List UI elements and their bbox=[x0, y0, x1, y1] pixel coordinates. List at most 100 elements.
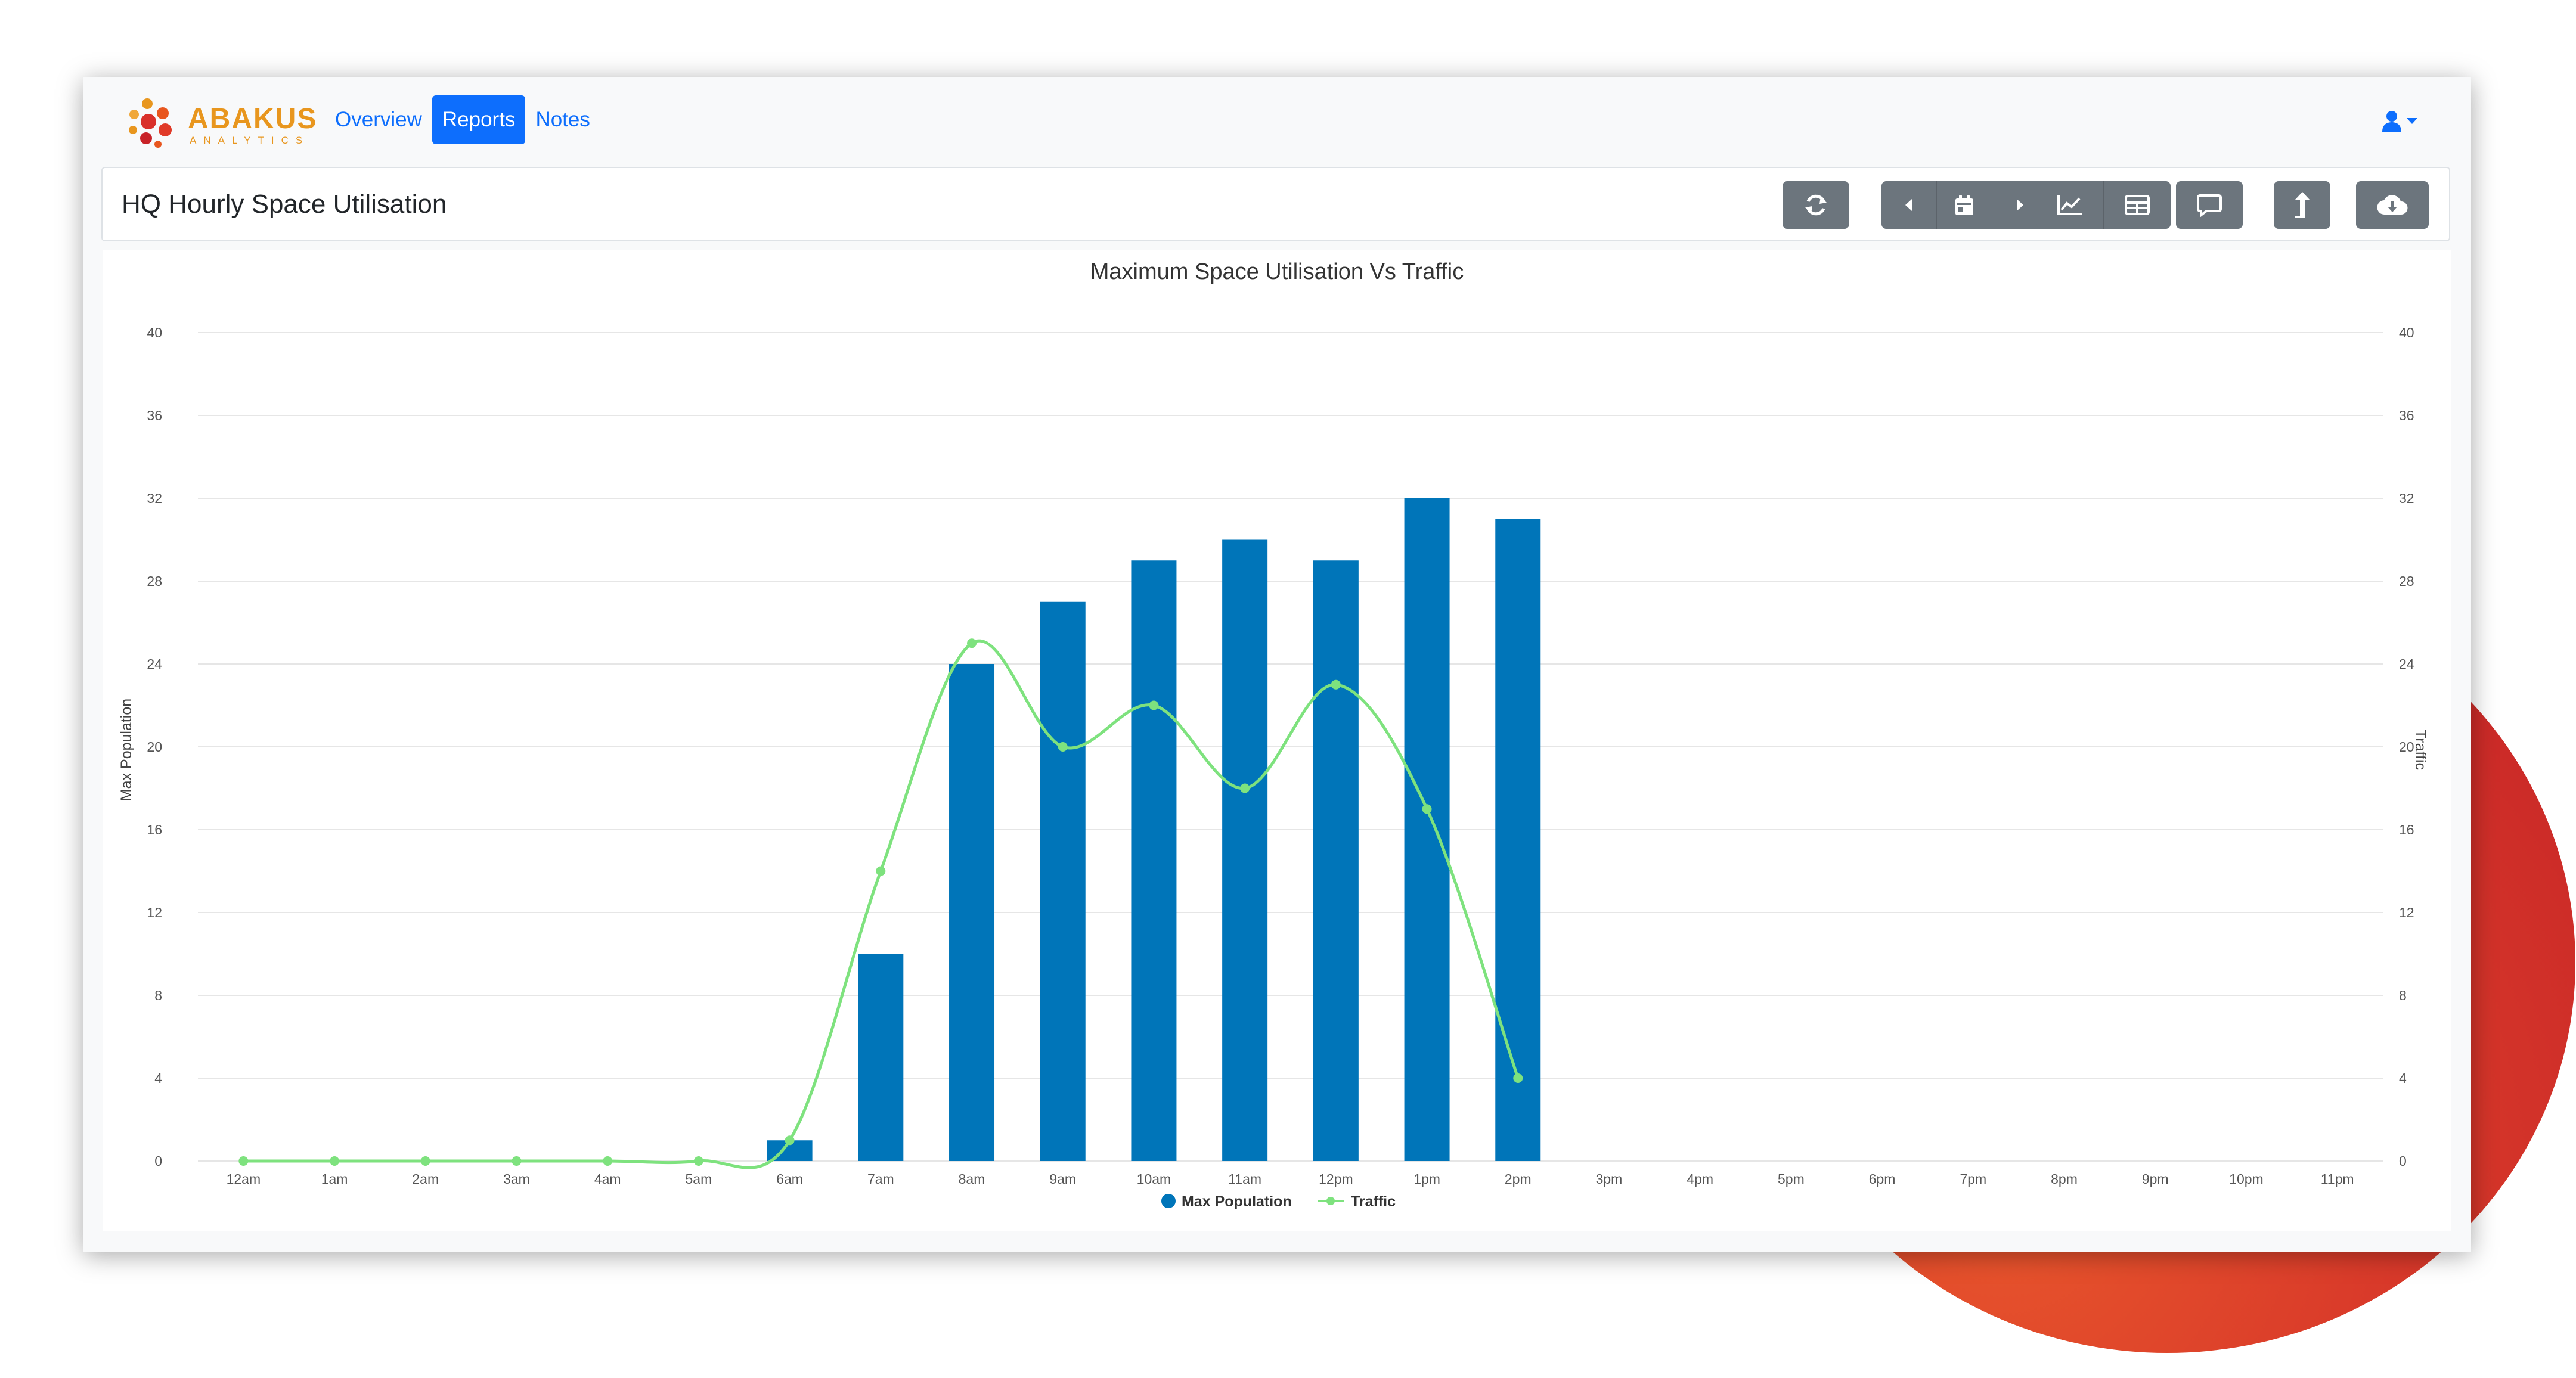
line-point bbox=[330, 1156, 340, 1166]
x-tick-label: 5am bbox=[686, 1171, 712, 1187]
user-menu-dropdown[interactable] bbox=[2382, 106, 2417, 136]
legend-label-max-population: Max Population bbox=[1182, 1193, 1292, 1210]
bar bbox=[1222, 539, 1268, 1161]
app-window: ABAKUS ANALYTICS Overview Reports Notes … bbox=[83, 77, 2471, 1252]
line-chart-icon bbox=[2057, 195, 2082, 215]
x-tick-label: 11am bbox=[1228, 1171, 1261, 1187]
y-tick-label: 20 bbox=[147, 739, 162, 755]
calendar-button[interactable] bbox=[1937, 181, 1992, 229]
refresh-button[interactable] bbox=[1783, 181, 1849, 229]
y2-tick-label: 16 bbox=[2399, 822, 2414, 837]
y2-tick-label: 20 bbox=[2399, 739, 2414, 755]
line-point bbox=[785, 1135, 795, 1146]
legend-marker-max-population bbox=[1161, 1194, 1176, 1208]
line-point bbox=[1240, 783, 1250, 793]
y2-tick-label: 36 bbox=[2399, 408, 2414, 423]
user-icon bbox=[2382, 111, 2401, 132]
bar bbox=[949, 664, 995, 1161]
cloud-download-icon bbox=[2377, 195, 2408, 215]
chart-svg: Maximum Space Utilisation Vs Traffic 0 0 4… bbox=[118, 259, 2429, 1210]
line-point bbox=[1058, 742, 1068, 752]
x-tick-label: 8am bbox=[959, 1171, 985, 1187]
x-tick-label: 12pm bbox=[1319, 1171, 1353, 1187]
line-point bbox=[603, 1156, 613, 1166]
legend-marker-traffic bbox=[1326, 1197, 1335, 1205]
x-tick-label: 11pm bbox=[2321, 1171, 2354, 1187]
bar bbox=[1040, 601, 1086, 1161]
y2-tick-label: 8 bbox=[2399, 988, 2407, 1003]
comment-icon bbox=[2197, 194, 2222, 217]
line-point bbox=[876, 866, 886, 876]
nav-reports-link[interactable]: Reports bbox=[432, 95, 526, 144]
chart-panel: Maximum Space Utilisation Vs Traffic 0 0 4… bbox=[103, 250, 2451, 1231]
y2-tick-label: 4 bbox=[2399, 1070, 2407, 1086]
line-point bbox=[967, 638, 977, 648]
nav-notes-link[interactable]: Notes bbox=[525, 95, 600, 144]
download-button[interactable] bbox=[2356, 181, 2429, 229]
line-point bbox=[512, 1156, 522, 1166]
report-header: HQ Hourly Space Utilisation bbox=[101, 167, 2450, 241]
x-tick-label: 6am bbox=[776, 1171, 803, 1187]
x-tick-label: 3am bbox=[503, 1171, 530, 1187]
share-arrow-icon bbox=[2294, 192, 2310, 218]
x-tick-label: 6pm bbox=[1869, 1171, 1896, 1187]
x-tick-label: 7pm bbox=[1960, 1171, 1986, 1187]
x-tick-label: 8pm bbox=[2051, 1171, 2078, 1187]
y-tick-label: 36 bbox=[147, 408, 162, 423]
x-tick-label: 5pm bbox=[1778, 1171, 1805, 1187]
x-tick-label: 10pm bbox=[2229, 1171, 2264, 1187]
date-navigation-group bbox=[1881, 181, 2047, 229]
share-button[interactable] bbox=[2274, 181, 2330, 229]
bar bbox=[1313, 560, 1359, 1161]
y-tick-label: 8 bbox=[154, 988, 162, 1003]
logo-wordmark: ABAKUS bbox=[188, 103, 318, 135]
y2-tick-label: 40 bbox=[2399, 325, 2414, 340]
logo[interactable]: ABAKUS ANALYTICS bbox=[122, 91, 316, 156]
comment-button[interactable] bbox=[2176, 181, 2243, 229]
x-tick-label: 2am bbox=[412, 1171, 439, 1187]
line-point bbox=[693, 1156, 703, 1166]
line-point bbox=[1331, 679, 1341, 690]
x-tick-label: 1am bbox=[321, 1171, 348, 1187]
y2-tick-label: 28 bbox=[2399, 573, 2414, 589]
bar bbox=[1404, 498, 1450, 1161]
nav-overview-link[interactable]: Overview bbox=[325, 95, 432, 144]
y2-tick-label: 0 bbox=[2399, 1153, 2407, 1169]
chart-legend: Max Population Traffic bbox=[1161, 1193, 1396, 1210]
line-point bbox=[238, 1156, 249, 1166]
y-tick-label: 4 bbox=[154, 1070, 162, 1086]
logo-mark-icon bbox=[129, 98, 172, 148]
caret-left-icon bbox=[1905, 199, 1912, 211]
bar bbox=[858, 954, 904, 1161]
x-tick-label: 3pm bbox=[1596, 1171, 1623, 1187]
y2-axis-title: Traffic bbox=[2412, 730, 2429, 770]
logo-subtext: ANALYTICS bbox=[190, 135, 310, 146]
line-point bbox=[1422, 804, 1432, 814]
chart-title: Maximum Space Utilisation Vs Traffic bbox=[1090, 259, 1464, 284]
y-tick-label: 40 bbox=[147, 325, 162, 340]
legend-label-traffic: Traffic bbox=[1351, 1193, 1396, 1210]
bar bbox=[1495, 519, 1541, 1161]
y-tick-label: 32 bbox=[147, 491, 162, 506]
x-tick-label: 9am bbox=[1049, 1171, 1076, 1187]
view-toggle-group bbox=[2036, 181, 2171, 229]
x-tick-label: 1pm bbox=[1413, 1171, 1440, 1187]
main-nav: Overview Reports Notes bbox=[325, 95, 600, 144]
x-tick-label: 9pm bbox=[2142, 1171, 2169, 1187]
y-tick-label: 24 bbox=[147, 656, 162, 672]
y-axis-title: Max Population bbox=[118, 699, 135, 801]
bar bbox=[1131, 560, 1177, 1161]
refresh-icon bbox=[1805, 194, 1827, 216]
page-title: HQ Hourly Space Utilisation bbox=[122, 190, 447, 219]
table-icon bbox=[2125, 195, 2150, 215]
y-tick-label: 12 bbox=[147, 905, 162, 920]
previous-button[interactable] bbox=[1881, 181, 1937, 229]
x-tick-label: 7am bbox=[867, 1171, 894, 1187]
table-view-button[interactable] bbox=[2104, 181, 2171, 229]
line-point bbox=[1149, 700, 1159, 710]
x-tick-label: 12am bbox=[227, 1171, 261, 1187]
line-point bbox=[1513, 1073, 1523, 1083]
chart-view-button[interactable] bbox=[2036, 181, 2104, 229]
x-tick-label: 4am bbox=[594, 1171, 621, 1187]
x-tick-label: 10am bbox=[1137, 1171, 1171, 1187]
